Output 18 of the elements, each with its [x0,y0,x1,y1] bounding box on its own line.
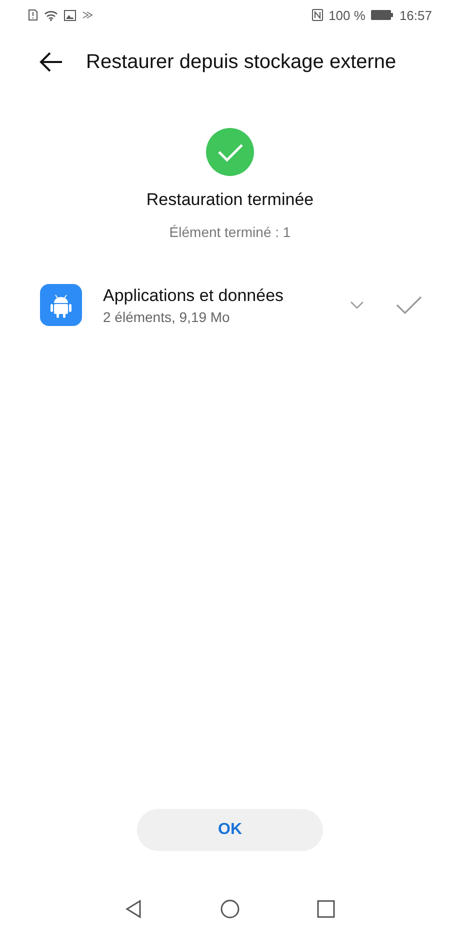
signal-arrows-icon [82,10,94,20]
result-title: Restauration terminée [146,190,314,210]
image-icon [64,10,76,20]
battery-percent: 100 % [328,8,366,22]
recents-icon[interactable] [316,899,336,919]
back-icon[interactable] [124,899,144,919]
sim-icon [28,9,38,21]
item-detail: 2 éléments, 9,19 Mo [103,308,231,324]
battery-icon [371,10,394,20]
android-app-icon [40,284,82,326]
clock: 16:57 [399,8,432,22]
ok-button[interactable]: OK [137,809,323,851]
result-subtitle: Élément terminé : 1 [169,224,291,240]
home-icon[interactable] [220,899,240,919]
wifi-icon [44,10,58,20]
item-title: Applications et données [103,286,285,306]
page-title: Restaurer depuis stockage externe [86,50,396,74]
nfc-icon [312,9,323,21]
